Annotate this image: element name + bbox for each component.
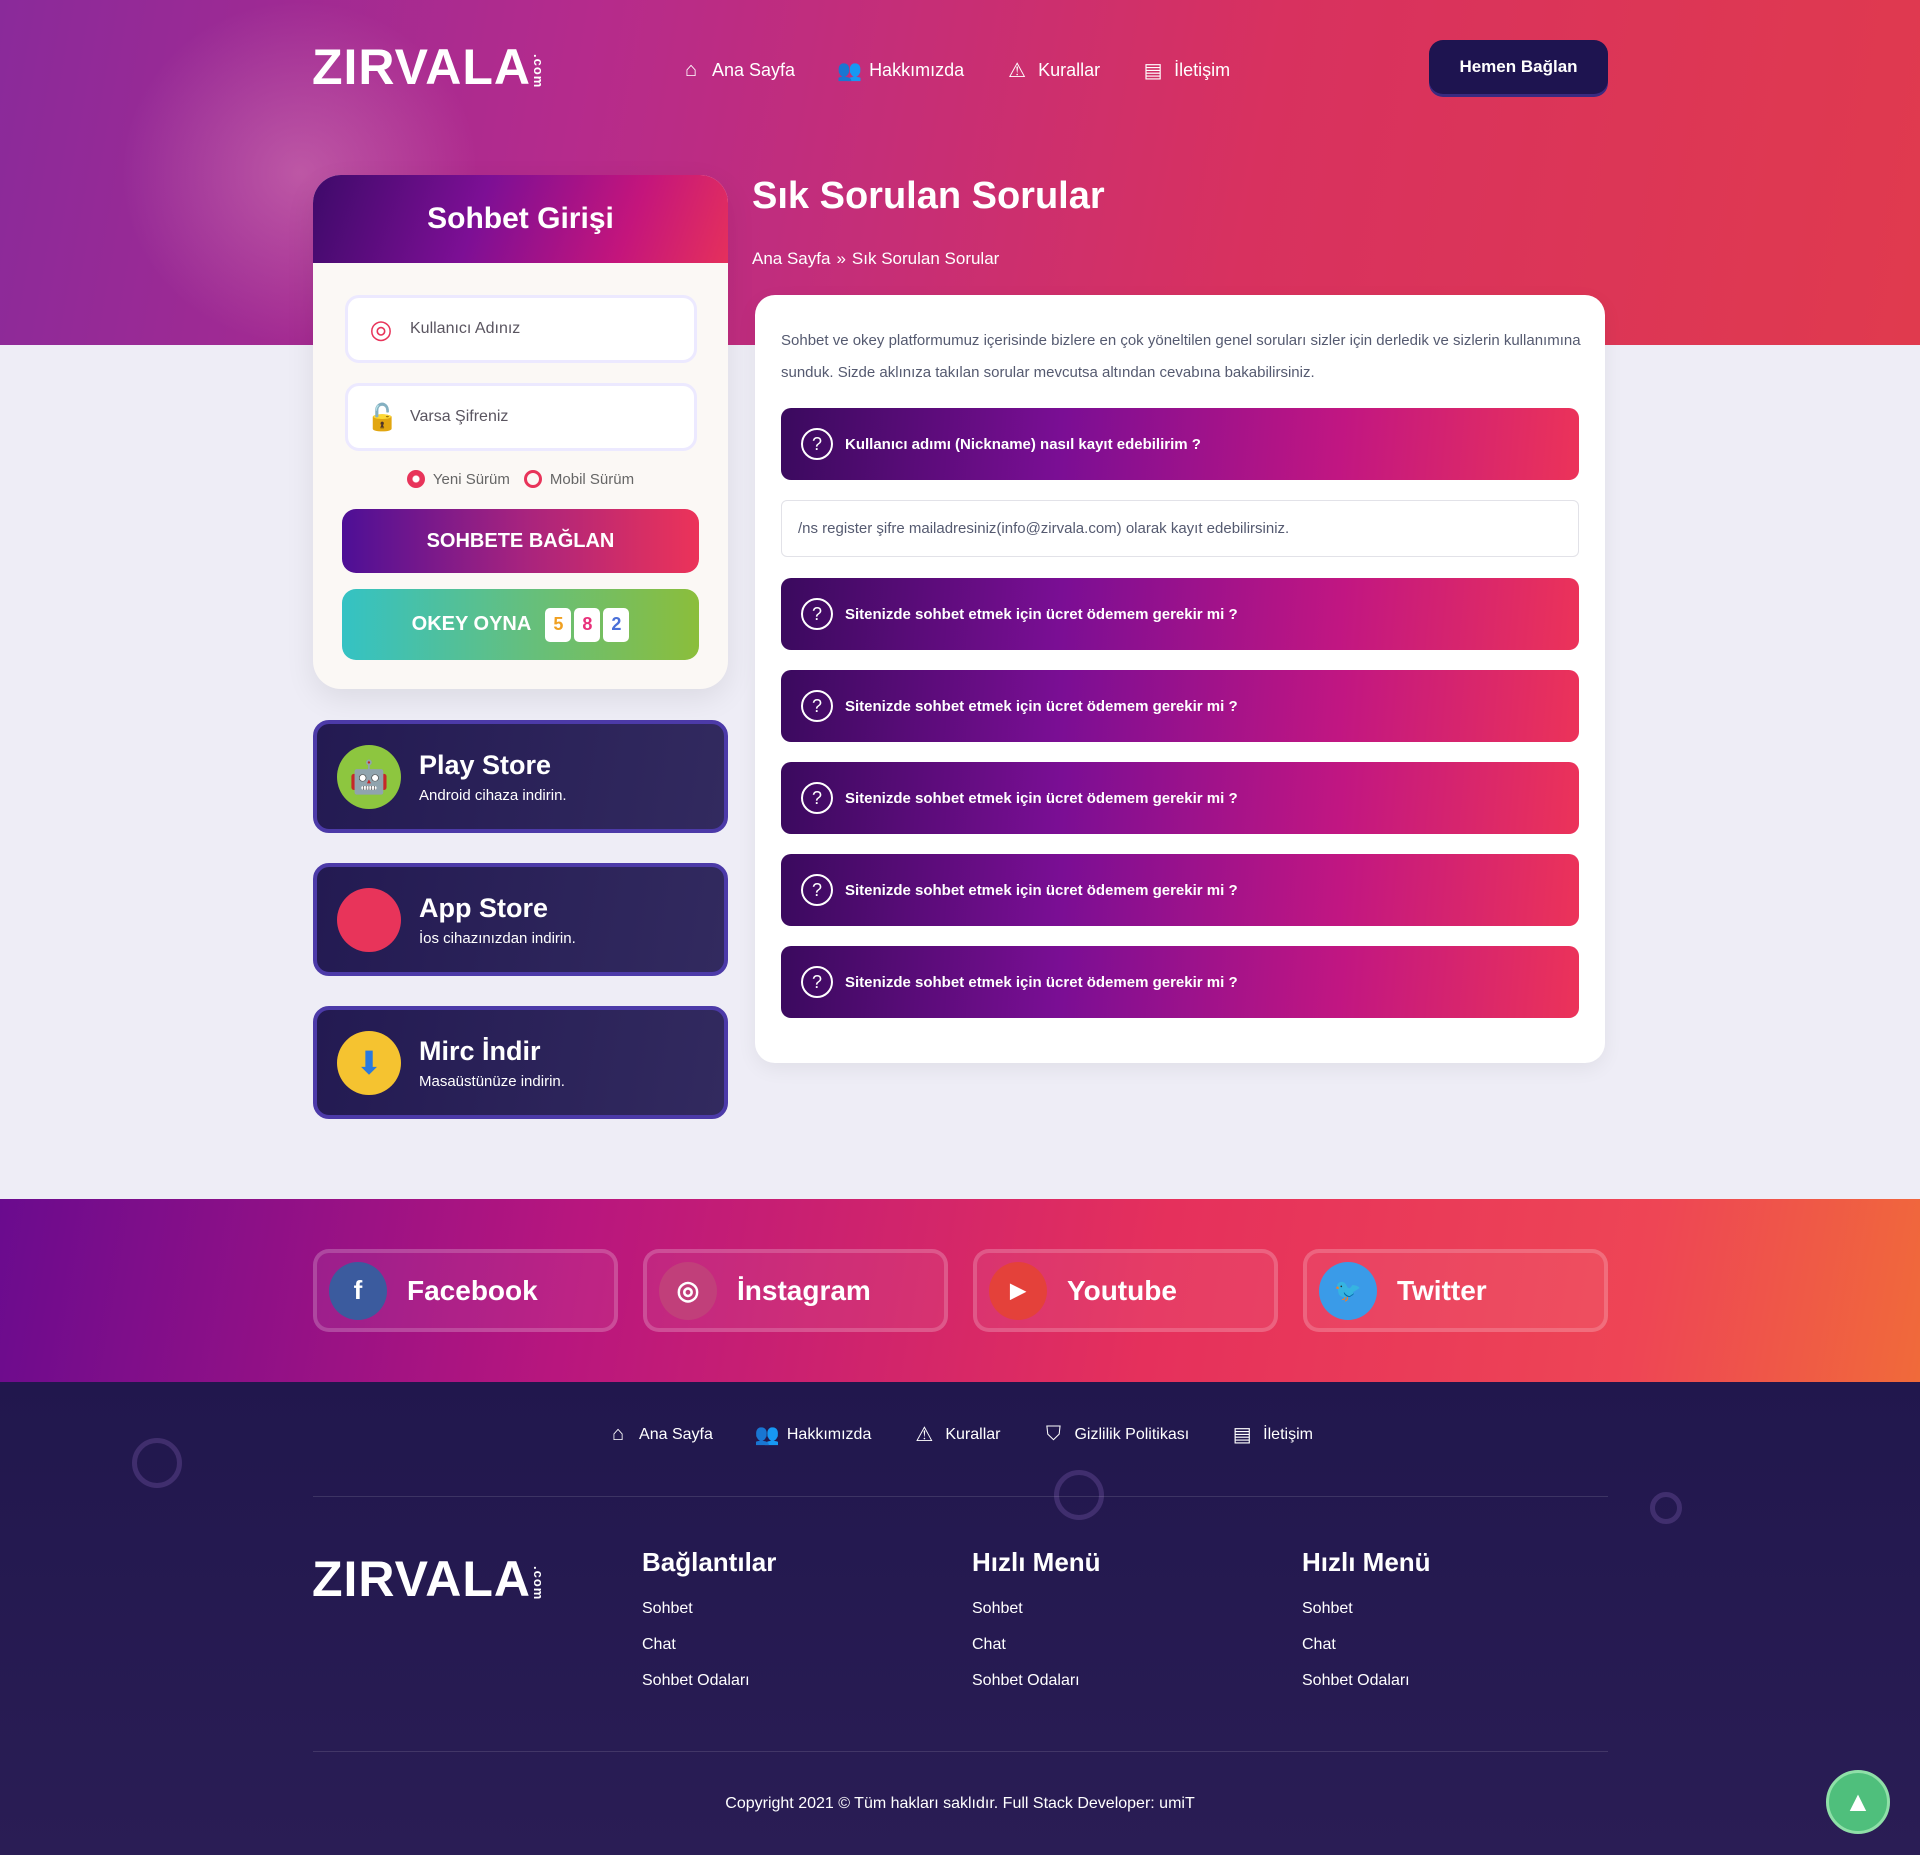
copyright: Copyright 2021 © Tüm hakları saklıdır. F… [725,1795,1195,1812]
divider [313,1496,1608,1497]
footer-link[interactable]: Sohbet [1302,1600,1431,1618]
radio-unchecked [523,470,542,488]
footer-column: Bağlantılar Sohbet Chat Sohbet Odaları [642,1547,777,1690]
footer-link[interactable]: Chat [642,1636,776,1654]
user-icon: ◎ [369,313,393,344]
play-okey-button[interactable]: OKEY OYNA 582 [342,589,699,660]
footer-nav-about[interactable]: 👥 Hakkımızda [755,1422,871,1447]
footer-column: Hızlı Menü Sohbet Chat Sohbet Odaları [972,1547,1101,1690]
question-icon: ? [801,428,833,460]
twitter-icon: 🐦 [1319,1261,1377,1320]
connect-chat-button[interactable]: SOHBETE BAĞLAN [342,509,699,573]
mirc-download-card[interactable]: ⬇ Mirc İndir Masaüstünüze indirin. [313,1006,728,1119]
password-input[interactable]: 🔓 Varsa Şifreniz [345,383,697,451]
login-card: Sohbet Girişi ◎ Kullanıcı Adınız 🔓 Varsa Ş… [313,175,728,689]
faq-question[interactable]: ? Sitenizde sohbet etmek için ücret ödeme… [781,578,1579,650]
footer-link[interactable]: Sohbet [972,1600,1101,1618]
footer-link[interactable]: Chat [1302,1636,1431,1654]
radio-mobile-version[interactable]: Mobil Sürüm [523,470,634,488]
divider [313,1751,1608,1752]
android-icon: 🤖 [337,744,401,809]
shield-icon: ⛉ [1045,1423,1061,1445]
footer-link[interactable]: Sohbet Odaları [1302,1672,1431,1690]
chat-icon: ▤ [1232,1424,1252,1446]
users-icon: 👥 [754,1424,780,1446]
warning-icon: ⚠ [915,1424,934,1446]
instagram-icon: ◎ [659,1261,717,1320]
youtube-link[interactable]: ▶ Youtube [973,1249,1278,1332]
breadcrumb-home[interactable]: Ana Sayfa [752,249,830,269]
users-icon: 👥 [837,60,862,82]
question-icon: ? [801,874,833,906]
hero-banner [0,0,1920,345]
faq-card: Sohbet ve okey platformumuz içerisinde b… [755,295,1605,1063]
social-band: f Facebook ◎ İnstagram ▶ Youtube 🐦 Twitter [0,1199,1920,1382]
faq-answer: /ns register şifre mailadresiniz(info@zi… [781,500,1579,557]
footer-nav-home[interactable]: ⌂ Ana Sayfa [607,1422,713,1447]
radio-checked [406,470,425,488]
logo[interactable]: ZIRVALA.com [312,38,546,96]
footer-logo[interactable]: ZIRVALA.com [312,1550,546,1608]
footer-nav-privacy[interactable]: ⛉ Gizlilik Politikası [1042,1422,1189,1447]
footer-nav-contact[interactable]: ▤ İletişim [1231,1422,1313,1447]
decor-ring [1650,1492,1682,1524]
okey-tiles-icon: 582 [545,607,630,642]
login-title: Sohbet Girişi [313,175,728,263]
question-icon: ? [801,782,833,814]
home-icon: ⌂ [684,59,698,81]
decor-ring [1054,1470,1104,1520]
facebook-icon: f [329,1261,387,1320]
faq-question[interactable]: ? Sitenizde sohbet etmek için ücret ödeme… [781,946,1579,1018]
nav-about[interactable]: 👥 Hakkımızda [837,58,964,83]
app-store-card[interactable]: App Store İos cihazınızdan indirin. [313,863,728,976]
warning-icon: ⚠ [1008,60,1027,82]
footer-link[interactable]: Chat [972,1636,1101,1654]
radio-new-version[interactable]: Yeni Sürüm [406,470,510,488]
facebook-link[interactable]: f Facebook [313,1249,618,1332]
faq-intro: Sohbet ve okey platformumuz içerisinde b… [781,332,1581,381]
footer-link[interactable]: Sohbet [642,1600,776,1618]
footer-link[interactable]: Sohbet Odaları [972,1672,1101,1690]
main-nav: ⌂ Ana Sayfa 👥 Hakkımızda ⚠ Kurallar ▤ İletiş… [680,58,1230,83]
faq-question[interactable]: ? Sitenizde sohbet etmek için ücret ödeme… [781,670,1579,742]
footer-link[interactable]: Sohbet Odaları [642,1672,776,1690]
apple-icon [337,887,401,952]
username-input[interactable]: ◎ Kullanıcı Adınız [345,295,697,363]
twitter-link[interactable]: 🐦 Twitter [1303,1249,1608,1332]
question-icon: ? [801,598,833,630]
chat-icon: ▤ [1143,60,1163,82]
connect-now-button[interactable]: Hemen Bağlan [1429,40,1608,94]
arrow-up-icon: ▲ [1844,1786,1872,1817]
youtube-icon: ▶ [989,1261,1047,1320]
unlock-icon: 🔓 [366,401,399,432]
question-icon: ? [801,966,833,998]
nav-rules[interactable]: ⚠ Kurallar [1006,58,1100,83]
play-store-card[interactable]: 🤖 Play Store Android cihaza indirin. [313,720,728,833]
faq-question[interactable]: ? Sitenizde sohbet etmek için ücret ödeme… [781,762,1579,834]
nav-contact[interactable]: ▤ İletişim [1142,58,1230,83]
nav-home[interactable]: ⌂ Ana Sayfa [680,58,795,83]
faq-question[interactable]: ? Kullanıcı adımı (Nickname) nasıl kayıt … [781,408,1579,480]
footer-nav-rules[interactable]: ⚠ Kurallar [913,1422,1000,1447]
breadcrumb: Ana Sayfa» Sık Sorulan Sorular [752,249,1000,269]
faq-question[interactable]: ? Sitenizde sohbet etmek için ücret ödeme… [781,854,1579,926]
scroll-top-button[interactable]: ▲ [1826,1770,1890,1834]
footer: ⌂ Ana Sayfa 👥 Hakkımızda ⚠ Kurallar ⛉ Gizlil… [0,1382,1920,1855]
footer-column: Hızlı Menü Sohbet Chat Sohbet Odaları [1302,1547,1431,1690]
footer-nav: ⌂ Ana Sayfa 👥 Hakkımızda ⚠ Kurallar ⛉ Gizlil… [0,1422,1920,1447]
question-icon: ? [801,690,833,722]
instagram-link[interactable]: ◎ İnstagram [643,1249,948,1332]
home-icon: ⌂ [612,1423,625,1445]
download-icon: ⬇ [337,1030,401,1095]
page-title: Sık Sorulan Sorular [752,175,1105,217]
